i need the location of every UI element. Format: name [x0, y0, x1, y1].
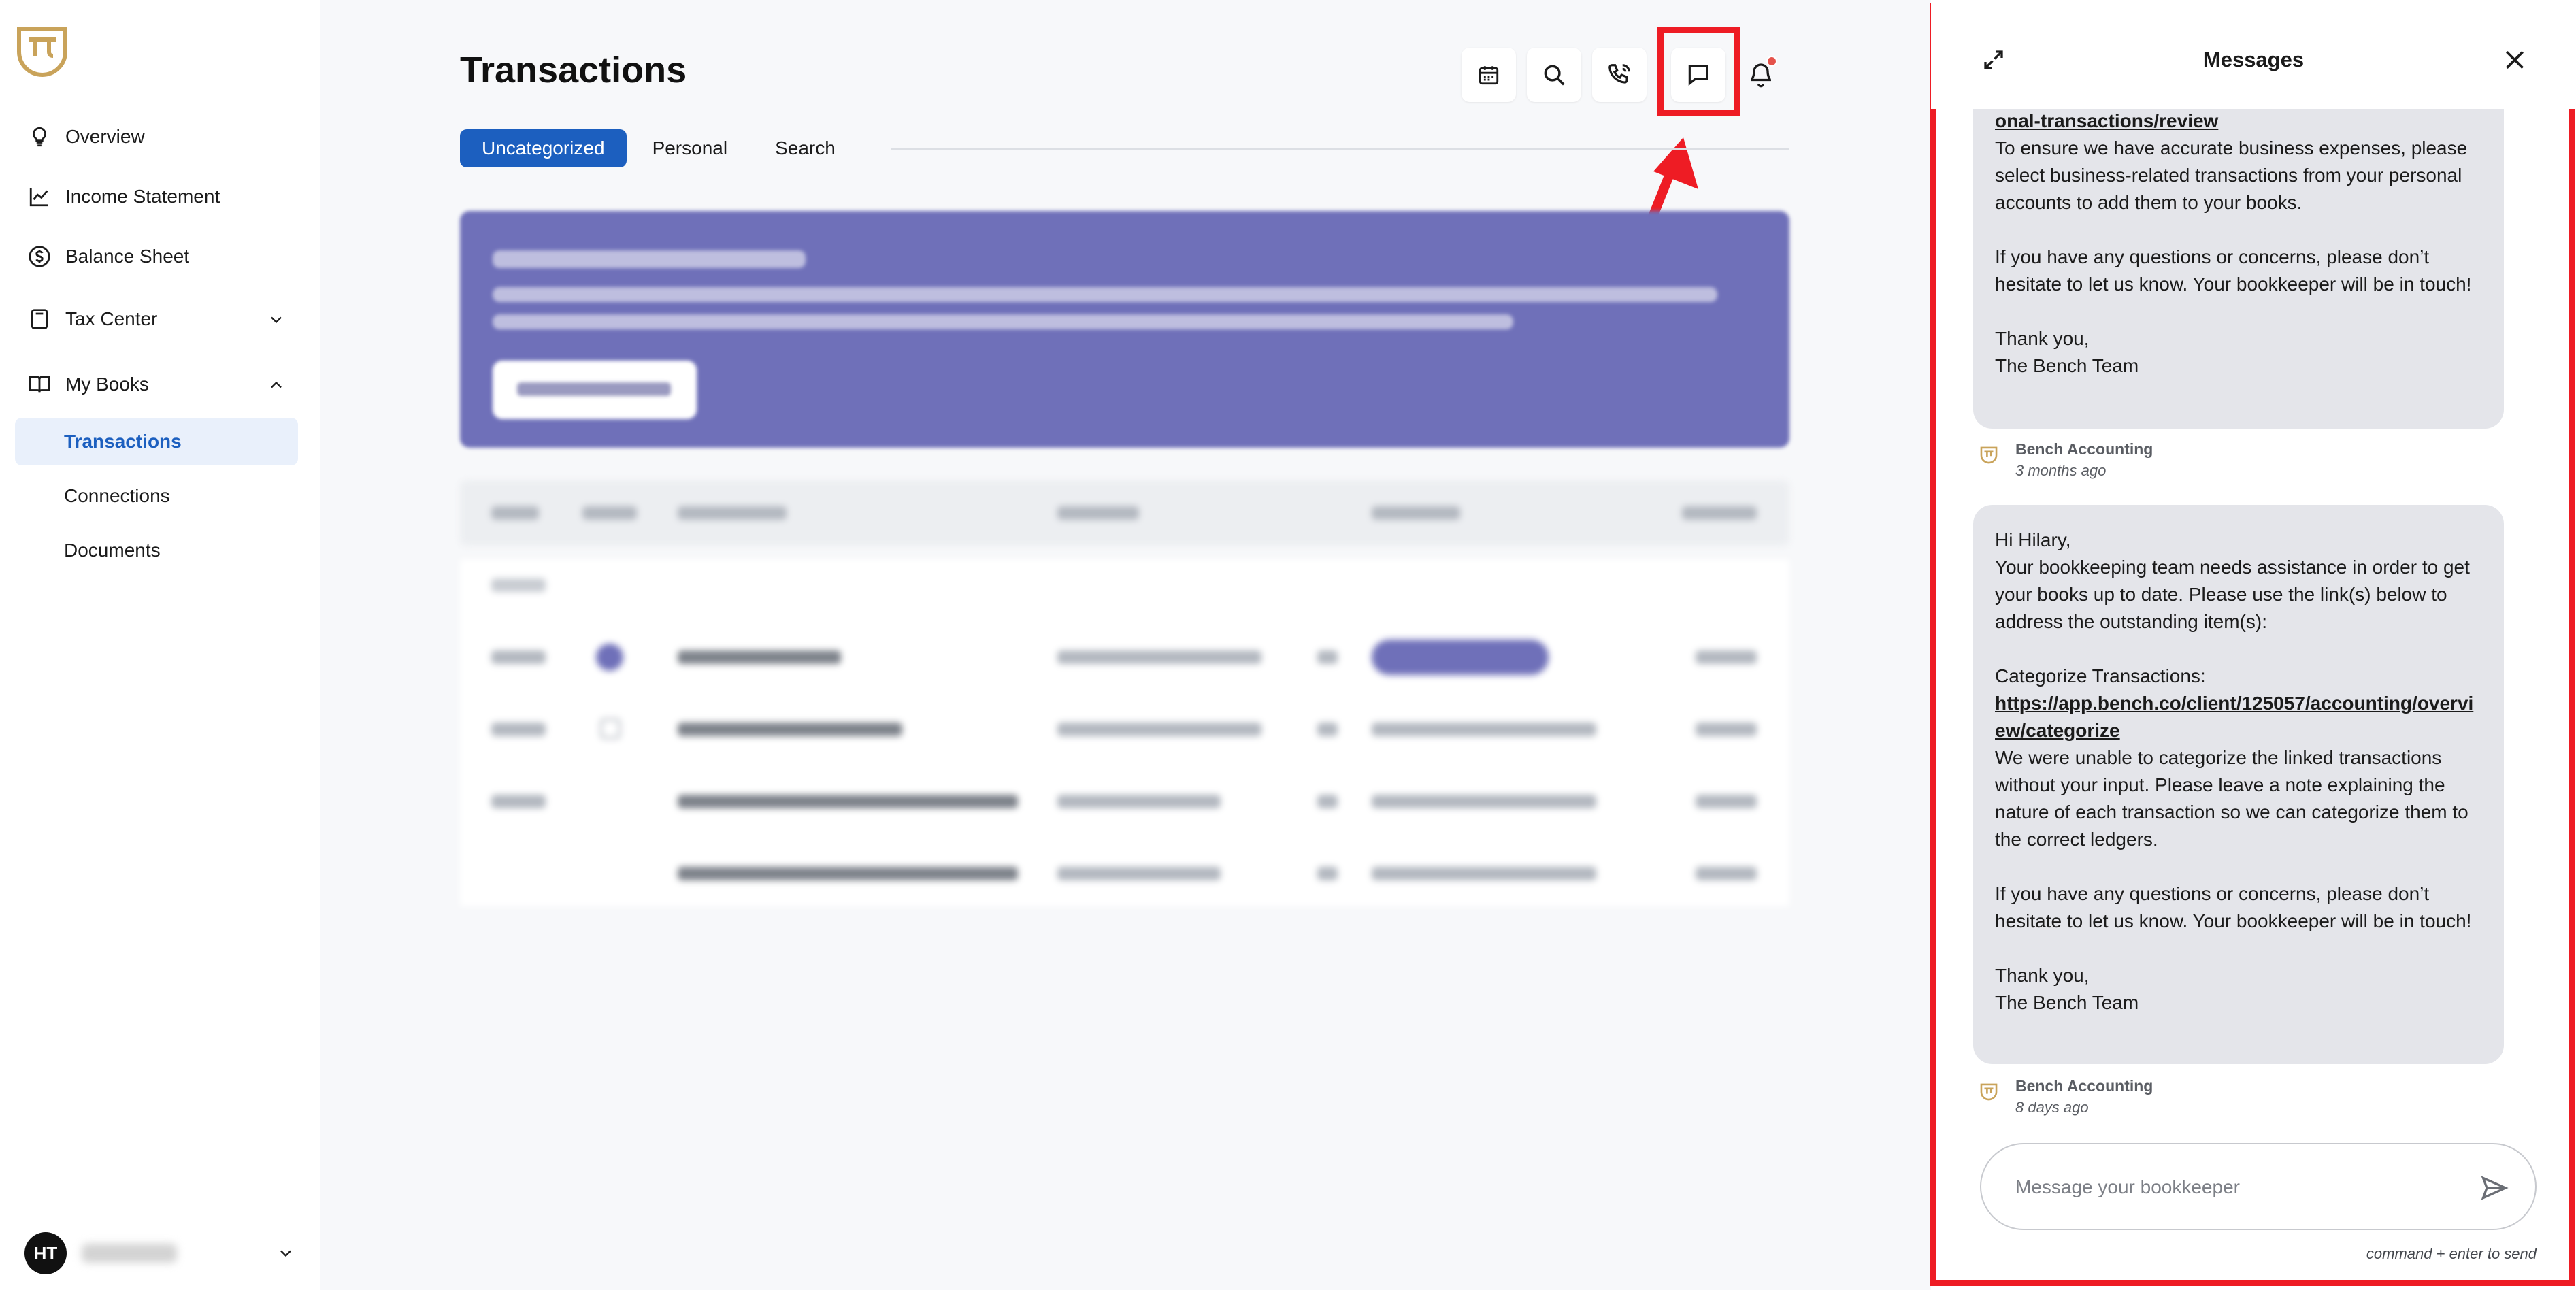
tab-divider — [891, 148, 1789, 150]
sidebar-item-balance-sheet[interactable]: Balance Sheet — [15, 234, 298, 279]
transactions-table-blurred — [460, 480, 1789, 906]
phone-button[interactable] — [1592, 48, 1647, 102]
user-name-redacted — [82, 1244, 177, 1263]
message-input[interactable] — [2015, 1170, 2451, 1204]
chevron-down-icon[interactable] — [276, 1244, 295, 1263]
avatar: HT — [24, 1232, 67, 1274]
sidebar-subitem-documents[interactable]: Documents — [15, 527, 298, 574]
messages-panel: onal-transactions/review To ensure we ha… — [1931, 0, 2576, 1290]
calendar-button[interactable] — [1462, 48, 1516, 102]
search-button[interactable] — [1527, 48, 1581, 102]
message-text: We were unable to categorize the linked … — [1995, 747, 2468, 850]
messages-title: Messages — [2202, 48, 2305, 71]
calendar-icon — [1479, 66, 1499, 85]
chevron-down-icon[interactable] — [267, 310, 286, 329]
message-text: The Bench Team — [1995, 992, 2139, 1013]
message-text: To ensure we have accurate business expe… — [1995, 137, 2468, 213]
sidebar-item-label: Overview — [65, 126, 145, 147]
phone-icon — [1608, 64, 1630, 84]
sidebar-subitem-transactions[interactable]: Transactions — [15, 418, 298, 465]
message-link[interactable]: https://app.bench.co/client/125057/accou… — [1995, 690, 2482, 744]
sender-name: Bench Accounting — [2015, 1077, 2153, 1095]
sender-name: Bench Accounting — [2015, 440, 2153, 458]
table-body — [460, 559, 1789, 906]
sidebar-subitem-label: Transactions — [64, 431, 182, 452]
tab-search[interactable]: Search — [753, 129, 857, 167]
transaction-tabs: Uncategorized Personal Search — [460, 129, 861, 167]
tab-personal[interactable]: Personal — [631, 129, 750, 167]
message-text: Your bookkeeping team needs assistance i… — [1995, 557, 2470, 632]
close-icon[interactable] — [2501, 46, 2528, 73]
banner-button-blurred[interactable] — [493, 361, 697, 419]
message-text: Hi Hilary, — [1995, 529, 2071, 550]
message-text: The Bench Team — [1995, 355, 2139, 376]
sidebar-subitem-label: Connections — [64, 485, 170, 506]
message-text: Categorize Transactions: — [1995, 665, 2206, 687]
message-text: If you have any questions or concerns, p… — [1995, 246, 2472, 295]
message-sender: Bench Accounting 3 months ago — [1980, 438, 2153, 482]
sidebar-subitem-connections[interactable]: Connections — [15, 472, 298, 520]
message-link[interactable]: onal-transactions/review — [1995, 108, 2482, 135]
calculator-icon — [26, 305, 53, 333]
dollar-circle-icon — [26, 243, 53, 270]
sidebar-item-overview[interactable]: Overview — [15, 114, 298, 159]
messages-header: Messages — [1931, 0, 2576, 109]
message-time: 8 days ago — [2015, 1099, 2089, 1116]
tab-uncategorized[interactable]: Uncategorized — [460, 129, 627, 167]
bench-logo-icon — [1980, 1083, 1998, 1101]
user-menu[interactable]: HT — [24, 1231, 297, 1275]
bench-logo-icon[interactable] — [15, 24, 69, 79]
message-bubble: onal-transactions/review To ensure we ha… — [1973, 82, 2504, 429]
sidebar-item-tax-center[interactable]: Tax Center — [15, 297, 298, 342]
line-chart-icon — [26, 183, 53, 210]
message-composer — [1980, 1143, 2537, 1230]
sidebar-item-income-statement[interactable]: Income Statement — [15, 174, 298, 219]
notifications-button[interactable] — [1734, 48, 1788, 102]
sidebar-item-label: Balance Sheet — [65, 246, 190, 267]
sidebar: Overview Income Statement Balance Sheet … — [0, 0, 320, 1290]
sidebar-item-label: Tax Center — [65, 308, 158, 329]
send-icon[interactable] — [2479, 1173, 2509, 1203]
message-time: 3 months ago — [2015, 462, 2107, 479]
message-sender: Bench Accounting 8 days ago — [1980, 1075, 2153, 1119]
search-icon — [1544, 65, 1565, 86]
page-title: Transactions — [460, 50, 687, 90]
lightbulb-icon — [26, 123, 53, 150]
message-bubble: Hi Hilary, Your bookkeeping team needs a… — [1973, 505, 2504, 1064]
message-text: If you have any questions or concerns, p… — [1995, 883, 2472, 931]
sidebar-item-label: My Books — [65, 374, 149, 395]
message-text: Thank you, — [1995, 965, 2090, 986]
chevron-up-icon[interactable] — [267, 376, 286, 395]
notice-banner-blurred — [460, 211, 1789, 448]
sidebar-item-my-books[interactable]: My Books — [15, 362, 298, 407]
notification-badge — [1766, 56, 1777, 67]
book-icon — [26, 371, 53, 398]
send-hint: command + enter to send — [2366, 1245, 2537, 1262]
message-text: Thank you, — [1995, 328, 2090, 349]
sidebar-subitem-label: Documents — [64, 540, 161, 561]
annotation-highlight-box — [1657, 27, 1740, 116]
table-header — [460, 480, 1789, 546]
bench-logo-icon — [1980, 446, 1998, 464]
sidebar-item-label: Income Statement — [65, 186, 220, 207]
